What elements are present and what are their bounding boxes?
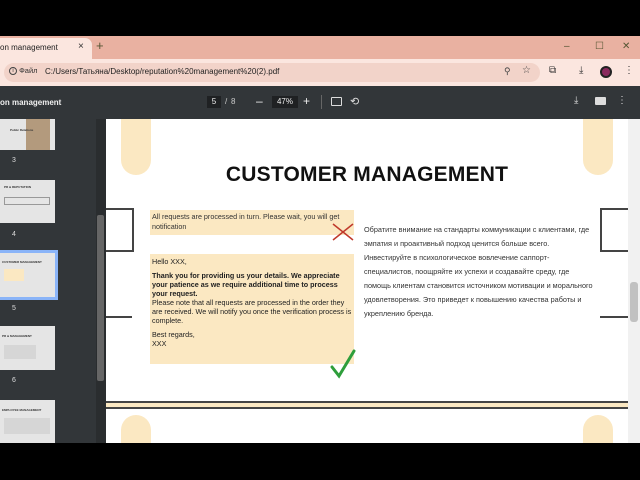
thumbnail-graphic: [4, 269, 24, 281]
email-name: XXX: [152, 339, 167, 348]
info-icon: i: [9, 67, 17, 76]
document-scrollbar-thumb[interactable]: [630, 282, 638, 322]
decor-bracket-left: [106, 208, 134, 252]
cross-icon: [332, 223, 354, 241]
tab-title: on management: [0, 43, 58, 52]
profile-avatar[interactable]: [600, 66, 612, 78]
close-window-button[interactable]: ✕: [622, 41, 630, 52]
browser-toolbar: i Файл C:/Users/Татьяна/Desktop/reputati…: [0, 59, 640, 86]
email-body: Please note that all requests are proces…: [152, 298, 352, 325]
bookmark-star-icon[interactable]: ☆: [522, 65, 531, 76]
zoom-level-input[interactable]: 47%: [272, 96, 298, 108]
decor-tab-left: [121, 415, 151, 443]
thumbnail-page-number: 6: [12, 377, 16, 384]
thumbnail-page-7[interactable]: EMPLOYEE MANAGEMENT: [0, 400, 55, 443]
email-signoff: Best regards,: [152, 330, 195, 339]
zoom-out-button[interactable]: –: [256, 94, 263, 108]
print-icon[interactable]: [595, 97, 606, 105]
notice-box: All requests are processed in turn. Plea…: [150, 210, 354, 235]
url-text[interactable]: C:/Users/Татьяна/Desktop/reputation%20ma…: [45, 67, 279, 76]
extensions-icon[interactable]: ⧉: [549, 65, 556, 76]
bottom-letterbox: [0, 443, 640, 480]
pdf-title: on management: [0, 98, 62, 107]
decor-line-left: [106, 316, 132, 318]
zoom-icon[interactable]: ⚲: [504, 66, 511, 77]
pdf-toolbar: on management 5 / 8 – 47% + ⟲ ⤓ ⋮: [0, 86, 640, 119]
toolbar-divider: [321, 95, 322, 109]
pdf-next-page: [106, 409, 628, 443]
page-total: 8: [231, 97, 236, 106]
thumbnail-graphic: [4, 345, 36, 359]
download-icon[interactable]: ⤓: [579, 65, 583, 76]
email-greeting: Hello XXX,: [152, 257, 187, 266]
thumbnail-sidebar: Public Relations 3 PR & REPUTATION 4 CUS…: [0, 119, 96, 443]
description-text: Обратите внимание на стандарты коммуника…: [364, 225, 593, 318]
address-bar[interactable]: i Файл C:/Users/Татьяна/Desktop/reputati…: [4, 63, 540, 82]
close-tab-icon[interactable]: ×: [78, 41, 84, 52]
checkmark-icon: [330, 349, 356, 379]
thumbnail-label: Public Relations: [10, 128, 34, 132]
thumbnail-label: PR & REPUTATION: [4, 185, 32, 189]
thumbnail-page-5[interactable]: CUSTOMER MANAGEMENT: [0, 250, 58, 300]
notice-text: All requests are processed in turn. Plea…: [152, 212, 340, 231]
thumbnail-page-3[interactable]: Public Relations: [0, 119, 55, 150]
page-bottom-band: [106, 401, 628, 409]
thumbnail-graphic: [4, 418, 50, 434]
site-info-chip[interactable]: i Файл: [9, 66, 43, 79]
page-number-input[interactable]: 5: [207, 96, 221, 108]
browser-tab[interactable]: on management ×: [0, 38, 92, 59]
screen: on management × + – ☐ ✕ i Файл C:/Users/…: [0, 0, 640, 480]
thumbnail-label: PR & MANAGEMENT: [2, 334, 32, 338]
rotate-icon[interactable]: ⟲: [350, 95, 359, 108]
decor-bracket-right: [600, 208, 628, 252]
minimize-button[interactable]: –: [564, 41, 570, 52]
document-scrollbar-track[interactable]: [628, 119, 640, 443]
pdf-more-icon[interactable]: ⋮: [617, 95, 627, 106]
tab-strip: on management × + – ☐ ✕: [0, 36, 640, 59]
page-title: CUSTOMER MANAGEMENT: [225, 163, 509, 186]
thumbnail-image: [26, 119, 50, 150]
menu-icon[interactable]: ⋮: [624, 65, 634, 76]
thumbnail-page-number: 5: [12, 305, 16, 312]
decor-line-right: [600, 316, 628, 318]
email-box: Hello XXX, Thank you for providing us yo…: [150, 254, 354, 364]
thumbnail-page-6[interactable]: PR & MANAGEMENT: [0, 326, 55, 370]
thumbnail-graphic: [4, 197, 50, 205]
pdf-download-icon[interactable]: ⤓: [574, 95, 578, 106]
email-bold-text: Thank you for providing us your details.…: [152, 271, 340, 298]
thumbnail-label: CUSTOMER MANAGEMENT: [2, 260, 42, 264]
thumbnail-page-number: 4: [12, 231, 16, 238]
document-area: CUSTOMER MANAGEMENT All requests are pro…: [106, 119, 628, 443]
thumbnail-label: EMPLOYEE MANAGEMENT: [2, 408, 42, 412]
new-tab-button[interactable]: +: [96, 39, 104, 53]
decor-tab-right: [583, 415, 613, 443]
page-separator: /: [225, 97, 228, 106]
thumbnail-page-4[interactable]: PR & REPUTATION: [0, 180, 55, 223]
maximize-button[interactable]: ☐: [595, 41, 604, 52]
sidebar-scrollbar-thumb[interactable]: [97, 215, 104, 381]
site-chip-label: Файл: [19, 66, 38, 75]
pdf-page: CUSTOMER MANAGEMENT All requests are pro…: [106, 119, 628, 401]
thumbnail-page-number: 3: [12, 157, 16, 164]
zoom-in-button[interactable]: +: [303, 94, 310, 108]
fit-to-page-icon[interactable]: [331, 97, 342, 106]
